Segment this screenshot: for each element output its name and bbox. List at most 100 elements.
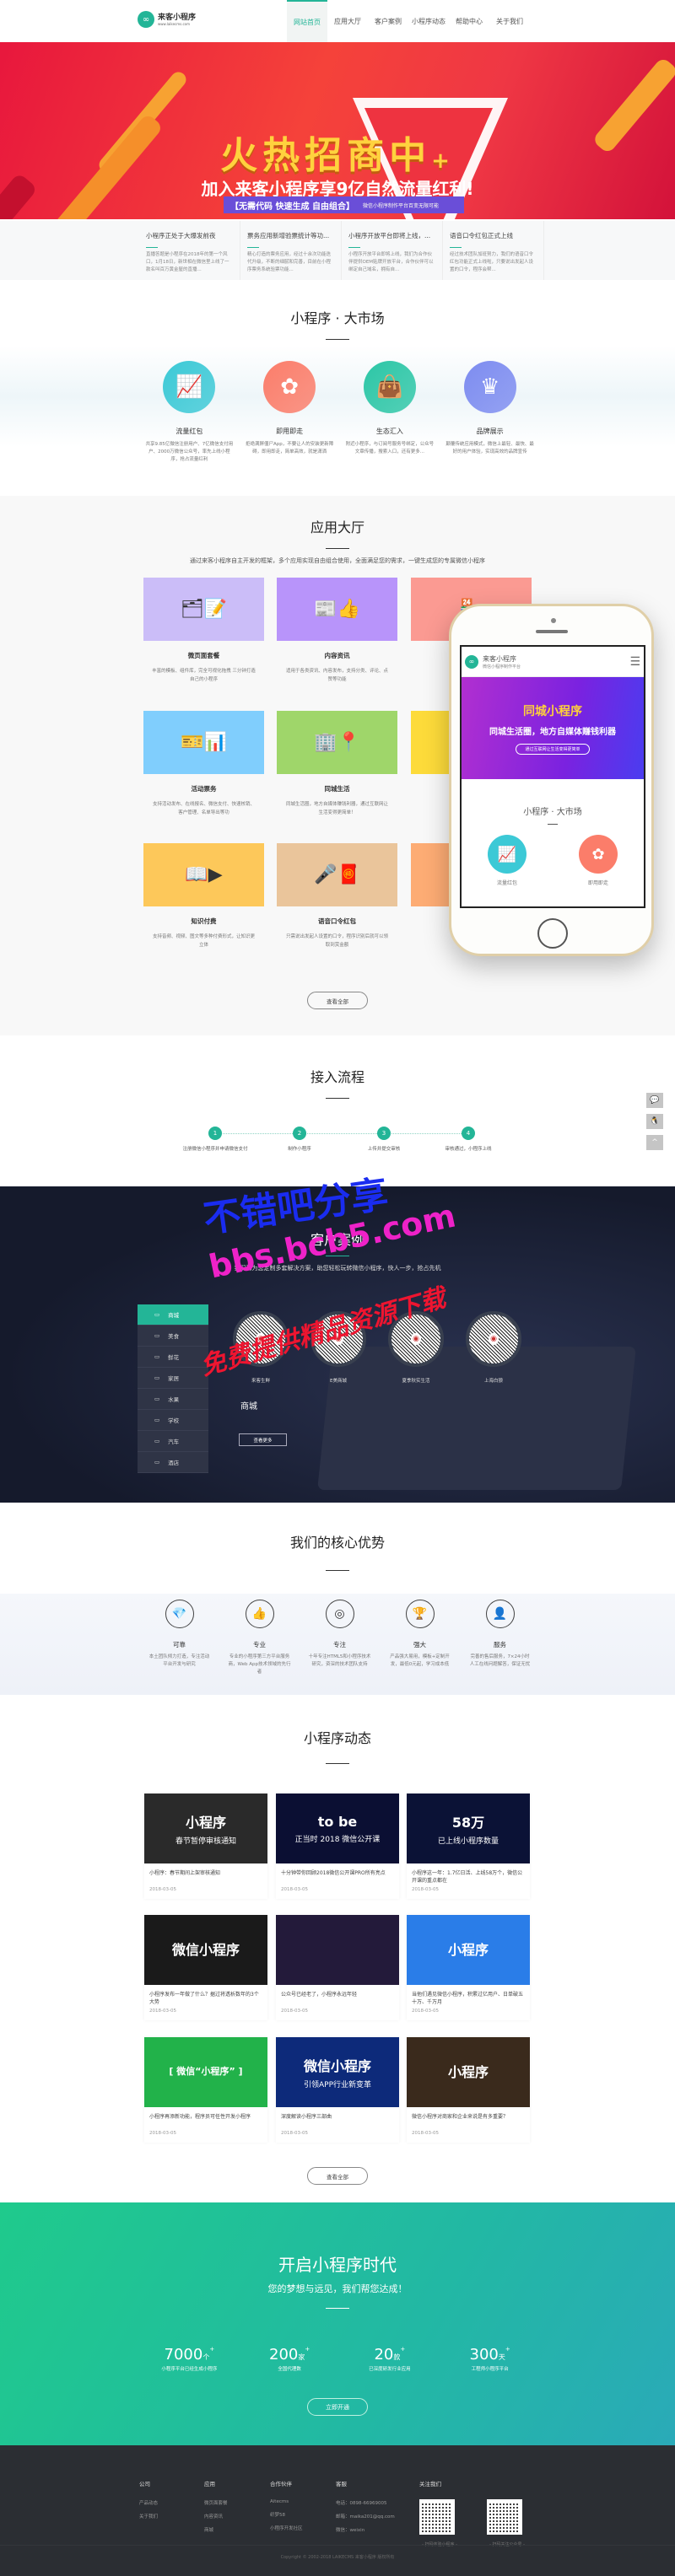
- nav-item[interactable]: 客户案例: [368, 0, 408, 42]
- case-menu-label: 汽车: [168, 1439, 180, 1445]
- footer-link[interactable]: 商城: [204, 2526, 228, 2533]
- customer-service-icon: 👤: [485, 1600, 515, 1628]
- footer-link[interactable]: Aitecms: [270, 2499, 303, 2504]
- footer-link[interactable]: 关于我们: [139, 2513, 158, 2520]
- strip-news-item[interactable]: 票务应用新增验票统计等功... 精心打造的票务应用，经过十余次功能迭代升级，不断的…: [240, 221, 342, 280]
- case-menu-label: 鲜花: [168, 1354, 180, 1361]
- qq-icon[interactable]: 🐧: [646, 1114, 663, 1129]
- app-card[interactable]: 🎤🧧 语音口令红包 只需说出发起人设置的口令，程序识别后就可以领取到赏金额: [277, 843, 397, 949]
- phone-logo-icon: ∞: [465, 654, 478, 669]
- strip-news-title[interactable]: 小程序开放平台即将上线，...: [348, 231, 435, 240]
- app-card[interactable]: 📖▶ 知识付费 支持音频、视频、图文等多种付费形式，让知识更立体: [143, 843, 264, 949]
- strip-news-title[interactable]: 票务应用新增验票统计等功...: [247, 231, 334, 240]
- phone-screen: ∞ 来客小程序 微信小程序制作平台 ☰ 同城小程序 同城生活圈，地方自媒体赚钱利器…: [460, 645, 645, 908]
- case-qr-label: 上海白狼: [483, 1379, 503, 1384]
- app-card[interactable]: 🏢📍 同城生活 同城生活圈，地方自媒体赚钱利器，通过互联网让生活变得更简单！: [277, 711, 397, 817]
- footer-link[interactable]: 微页面套餐: [204, 2499, 228, 2506]
- nav-item[interactable]: 应用大厅: [327, 0, 368, 42]
- case-qr[interactable]: ◉ 夏季秋实生活: [387, 1311, 445, 1384]
- news-card-date: 2018-03-05: [149, 1887, 176, 1892]
- strip-news-title[interactable]: 小程序正处于大爆发前夜: [146, 231, 233, 240]
- news-card-title[interactable]: 当他们遇见微信小程序，积累过亿用户、日单破五十万、千万月: [407, 1985, 530, 2009]
- footer-link[interactable]: 电话：0898-66969005: [336, 2499, 395, 2506]
- advantage-item: 👍 专业 专业的小程序第三方平台服务商，Web App技术领域的先行者: [219, 1600, 300, 1676]
- news-card-title[interactable]: 十分钟带你回顾2018微信公开课PRO所有亮点: [276, 1863, 399, 1887]
- news-card[interactable]: [ 微信“小程序” ] 小程序再添新功能，程序员可任性开发小程序 2018-03-0…: [144, 2037, 267, 2143]
- nav-item[interactable]: 帮助中心: [449, 0, 489, 42]
- back-to-top-icon[interactable]: ^: [646, 1135, 663, 1150]
- category-icon: ▭: [154, 1396, 160, 1402]
- case-qr[interactable]: ◉ 上海白狼: [465, 1311, 522, 1384]
- view-more-cases-button[interactable]: 查看更多: [239, 1433, 287, 1446]
- news-card-title[interactable]: 微信小程序对商家和企业来说是有多重要？: [407, 2107, 530, 2131]
- case-menu-item[interactable]: ▭ 鲜花: [138, 1347, 208, 1368]
- hamburger-menu-icon: ☰: [629, 654, 640, 669]
- advantage-title: 专注: [333, 1641, 346, 1648]
- footer-link[interactable]: 内容资讯: [204, 2513, 228, 2520]
- case-qr[interactable]: ◉ E美商城: [310, 1311, 367, 1384]
- case-menu-item[interactable]: ▭ 美食: [138, 1326, 208, 1347]
- news-card[interactable]: 微信小程序 小程序发布一年做了什么？据过将透析数年的3个大势 2018-03-05: [144, 1915, 267, 2020]
- news-card[interactable]: 小程序 微信小程序对商家和企业来说是有多重要？ 2018-03-05: [407, 2037, 530, 2143]
- app-card[interactable]: 📰👍 内容资讯 适用于各类资讯、内容发布，支持分类、评论、点赞等功能: [277, 578, 397, 684]
- news-card[interactable]: 58万 已上线小程序数量 小程序这一年：1.7亿日活、上线58万个，微信公开课的重点…: [407, 1794, 530, 1899]
- advantage-title: 专业: [253, 1641, 266, 1648]
- case-menu-item[interactable]: ▭ 酒店: [138, 1452, 208, 1473]
- open-now-button[interactable]: 立即开通: [307, 2398, 368, 2416]
- news-card-title[interactable]: 小程序：春节期间上架审核通知: [144, 1863, 267, 1887]
- news-card-title[interactable]: 小程序发布一年做了什么？据过将透析数年的3个大势: [144, 1985, 267, 2009]
- news-card-title[interactable]: 小程序再添新功能，程序员可任性开发小程序: [144, 2107, 267, 2131]
- news-like-icon: 📰👍: [277, 578, 397, 641]
- strip-news-item[interactable]: 语音口令红包正式上线 经过技术团队加班努力，我们的语音口令红包功能正式上线啦，只要…: [443, 221, 544, 280]
- qr-code-icon: ◉: [310, 1311, 366, 1367]
- case-menu-item[interactable]: ▭ 家居: [138, 1368, 208, 1389]
- strip-news-item[interactable]: 小程序正处于大爆发前夜 直播答题是小程序在2018年的第一个风口，1月18日，新世…: [139, 221, 240, 280]
- wechat-icon[interactable]: 💬: [646, 1093, 663, 1108]
- case-qr[interactable]: ◉ 来客生鲜: [232, 1311, 289, 1384]
- footer-link[interactable]: 织梦58: [270, 2511, 303, 2518]
- app-card[interactable]: 🗂📝 微页面套餐 丰富的模板、组件库，完全可视化拖拽 三分钟打造自己的小程序: [143, 578, 264, 684]
- news-card-title[interactable]: 公众号已经老了，小程序永远年轻: [276, 1985, 399, 2009]
- case-menu-item[interactable]: ▭ 汽车: [138, 1431, 208, 1452]
- app-card[interactable]: 🎫📊 活动票务 支持活动发布、在线报名、微信支付、快速核销、客户管理、名单导出等功: [143, 711, 264, 817]
- footer-follow-title: 关注我们: [419, 2481, 441, 2487]
- news-card[interactable]: to be 正当时 2018 微信公开课 十分钟带你回顾2018微信公开课PRO所有…: [276, 1794, 399, 1899]
- strip-news-title[interactable]: 语音口令红包正式上线: [450, 231, 537, 240]
- case-menu-item[interactable]: ▭ 学校: [138, 1410, 208, 1431]
- chart-up-icon: 📈: [163, 361, 216, 413]
- news-card[interactable]: 公众号已经老了，小程序永远年轻 2018-03-05: [276, 1915, 399, 2020]
- logo-url: www.laikecms.com: [158, 21, 191, 26]
- footer-link[interactable]: 小程序开发社区: [270, 2525, 303, 2531]
- step-number: 4: [462, 1127, 475, 1140]
- news-card-date: 2018-03-05: [281, 2009, 308, 2014]
- shopping-bag-icon: 👜: [363, 361, 416, 413]
- news-image: 小程序: [407, 2037, 530, 2107]
- news-card-title[interactable]: 小程序这一年：1.7亿日活、上线58万个，微信公开课的重点都在: [407, 1863, 530, 1887]
- news-card[interactable]: 小程序 春节暂停审核通知 小程序：春节期间上架审核通知 2018-03-05: [144, 1794, 267, 1899]
- logo[interactable]: ∞ 来客小程序 www.laikecms.com: [138, 11, 196, 28]
- case-qr-label: 夏季秋实生活: [402, 1379, 430, 1384]
- advantage-item: ◎ 专注 十年专注HTML5和小程序技术研究，资深的技术团队支持: [300, 1600, 380, 1676]
- nav-item[interactable]: 小程序动态: [408, 0, 449, 42]
- news-card[interactable]: 小程序 当他们遇见微信小程序，积累过亿用户、日单破五十万、千万月 2018-03-0…: [407, 1915, 530, 2020]
- client-cases-section: 客户案例 我们已为您定制多套解决方案，助您轻松玩转微信小程序，快人一步，抢占先机…: [0, 1186, 675, 1503]
- cta-subtitle: 您的梦想与远见，我们帮您达成！: [267, 2283, 408, 2294]
- news-card[interactable]: 微信小程序 引领APP行业新变革 深度解读小程序三部曲 2018-03-05: [276, 2037, 399, 2143]
- advantage-desc: 专业的小程序第三方平台服务商，Web App技术领域的先行者: [228, 1654, 291, 1675]
- app-card-title: 内容资讯: [324, 652, 350, 659]
- phone-banner-pill: 通过互联网让生活变得更简单: [516, 744, 590, 755]
- footer-link[interactable]: 邮箱：maika201@qq.com: [336, 2513, 395, 2520]
- strip-news-item[interactable]: 小程序开放平台即将上线，... 小程序开放平台即将上线，我们为合作伙伴提供OEM贴…: [342, 221, 443, 280]
- footer-link[interactable]: 产品动态: [139, 2499, 158, 2506]
- footer-link[interactable]: 微信：weixin: [336, 2526, 395, 2533]
- view-all-news-button[interactable]: 查看全部: [307, 2167, 368, 2185]
- view-all-apps-button[interactable]: 查看全部: [307, 992, 368, 1009]
- nav-item[interactable]: 关于我们: [489, 0, 530, 42]
- footer-column: 客服 电话：0898-66969005 邮箱：maika201@qq.com 微信：w…: [336, 2479, 395, 2540]
- hero-banner[interactable]: 火热招商中+ 加入来客小程序享9亿自然流量红利! 【无需代码 快速生成 自由组合…: [0, 42, 675, 219]
- case-menu-item[interactable]: ▭ 水果: [138, 1389, 208, 1410]
- market-feature: 📈 流量红包 共享9.85亿微信注册用户、7亿微信支付用户、2000万微信公众号，率…: [139, 361, 240, 464]
- news-card-title[interactable]: 深度解读小程序三部曲: [276, 2107, 399, 2131]
- nav-item[interactable]: 网站首页: [287, 0, 327, 42]
- case-menu-item[interactable]: ▭ 商城: [138, 1304, 208, 1326]
